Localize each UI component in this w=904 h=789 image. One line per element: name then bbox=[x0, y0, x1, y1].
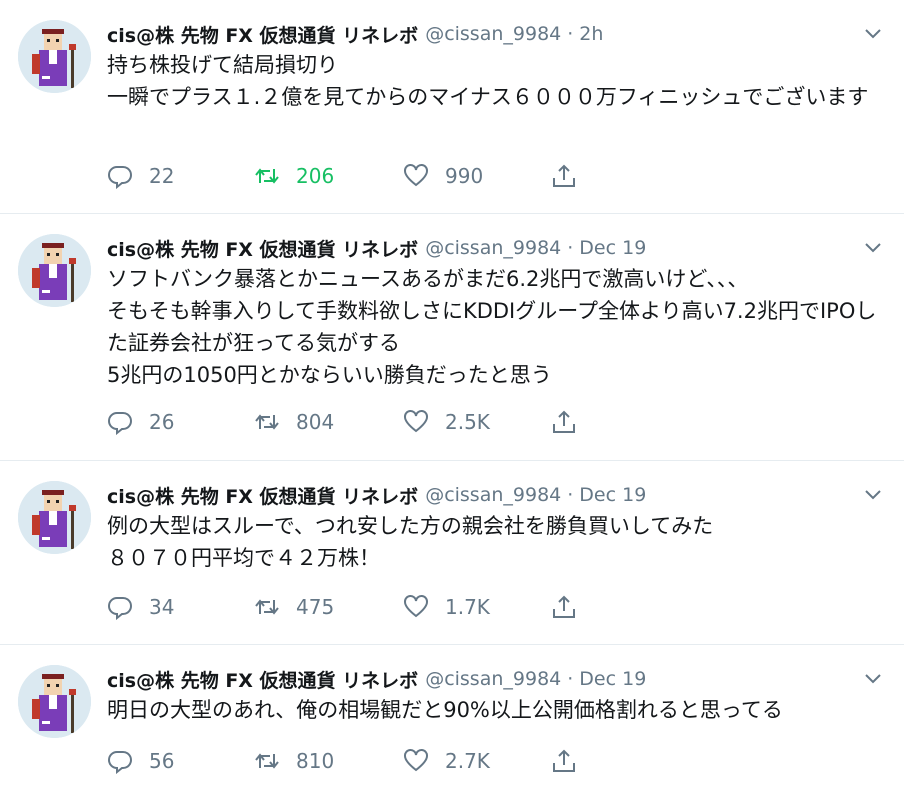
tweet-header: cis@株 先物 FX 仮想通貨 リネレボ @cissan_9984 · Dec… bbox=[107, 664, 884, 694]
timestamp[interactable]: 2h bbox=[579, 23, 603, 45]
user-handle[interactable]: @cissan_9984 bbox=[425, 23, 561, 45]
tweet-content: cis@株 先物 FX 仮想通貨 リネレボ @cissan_9984 · 2h … bbox=[107, 19, 884, 113]
tweet-content: cis@株 先物 FX 仮想通貨 リネレボ @cissan_9984 · Dec… bbox=[107, 664, 884, 726]
reply-icon bbox=[108, 597, 132, 620]
retweet-button[interactable]: 475 bbox=[254, 594, 334, 620]
timestamp[interactable]: Dec 19 bbox=[579, 237, 646, 259]
retweet-count: 475 bbox=[296, 595, 335, 619]
tweet-text: 明日の大型のあれ、俺の相場観だと90%以上公開価格割れると思ってる bbox=[107, 698, 783, 722]
chevron-down-icon[interactable] bbox=[862, 486, 884, 504]
tweet[interactable]: cis@株 先物 FX 仮想通貨 リネレボ @cissan_9984 · Dec… bbox=[0, 461, 904, 645]
display-name[interactable]: cis@株 先物 FX 仮想通貨 リネレボ bbox=[107, 482, 418, 509]
tweet-header: cis@株 先物 FX 仮想通貨 リネレボ @cissan_9984 · 2h bbox=[107, 19, 884, 49]
user-handle[interactable]: @cissan_9984 bbox=[425, 484, 561, 506]
like-button[interactable]: 990 bbox=[403, 163, 483, 189]
reply-count: 56 bbox=[149, 749, 175, 773]
share-icon bbox=[553, 164, 575, 187]
reply-icon bbox=[108, 166, 132, 189]
user-handle[interactable]: @cissan_9984 bbox=[425, 668, 561, 690]
reply-icon bbox=[108, 751, 132, 774]
like-count: 2.7K bbox=[445, 749, 490, 773]
share-button[interactable] bbox=[551, 594, 593, 620]
separator-dot: · bbox=[567, 23, 574, 45]
chevron-down-icon[interactable] bbox=[862, 670, 884, 688]
reply-count: 34 bbox=[149, 595, 175, 619]
share-icon bbox=[553, 749, 575, 772]
tweet[interactable]: cis@株 先物 FX 仮想通貨 リネレボ @cissan_9984 · Dec… bbox=[0, 645, 904, 789]
tweet-text: ソフトバンク暴落とかニュースあるがまだ6.2兆円で激高いけど、、、 そもそも幹事… bbox=[107, 267, 877, 387]
tweet[interactable]: cis@株 先物 FX 仮想通貨 リネレボ @cissan_9984 · Dec… bbox=[0, 214, 904, 461]
chevron-down-icon[interactable] bbox=[862, 239, 884, 257]
like-icon bbox=[404, 749, 428, 772]
retweet-count: 206 bbox=[296, 164, 335, 188]
reply-button[interactable]: 22 bbox=[107, 163, 174, 189]
retweet-button[interactable]: 810 bbox=[254, 748, 334, 774]
retweet-button[interactable]: 804 bbox=[254, 409, 334, 435]
avatar[interactable] bbox=[18, 234, 91, 307]
timeline: cis@株 先物 FX 仮想通貨 リネレボ @cissan_9984 · 2h … bbox=[0, 0, 904, 789]
reply-button[interactable]: 56 bbox=[107, 748, 174, 774]
tweet-header: cis@株 先物 FX 仮想通貨 リネレボ @cissan_9984 · Dec… bbox=[107, 233, 884, 263]
tweet-content: cis@株 先物 FX 仮想通貨 リネレボ @cissan_9984 · Dec… bbox=[107, 233, 884, 391]
like-button[interactable]: 1.7K bbox=[403, 594, 490, 620]
share-button[interactable] bbox=[551, 409, 593, 435]
separator-dot: · bbox=[567, 237, 574, 259]
display-name[interactable]: cis@株 先物 FX 仮想通貨 リネレボ bbox=[107, 666, 418, 693]
timestamp[interactable]: Dec 19 bbox=[579, 668, 646, 690]
reply-button[interactable]: 34 bbox=[107, 594, 174, 620]
retweet-button[interactable]: 206 bbox=[254, 163, 334, 189]
share-button[interactable] bbox=[551, 748, 593, 774]
reply-count: 22 bbox=[149, 164, 175, 188]
chevron-down-icon[interactable] bbox=[862, 25, 884, 43]
like-icon bbox=[404, 164, 428, 187]
tweet-text: 持ち株投げて結局損切り 一瞬でプラス１.２億を見てからのマイナス６０００万フィニ… bbox=[107, 53, 869, 109]
like-button[interactable]: 2.5K bbox=[403, 409, 490, 435]
retweet-count: 810 bbox=[296, 749, 335, 773]
like-count: 2.5K bbox=[445, 410, 490, 434]
share-icon bbox=[553, 410, 575, 433]
like-icon bbox=[404, 410, 428, 433]
share-icon bbox=[553, 595, 575, 618]
display-name[interactable]: cis@株 先物 FX 仮想通貨 リネレボ bbox=[107, 21, 418, 48]
retweet-count: 804 bbox=[296, 410, 335, 434]
avatar[interactable] bbox=[18, 20, 91, 93]
retweet-icon bbox=[255, 599, 279, 615]
display-name[interactable]: cis@株 先物 FX 仮想通貨 リネレボ bbox=[107, 235, 418, 262]
separator-dot: · bbox=[567, 668, 574, 690]
reply-button[interactable]: 26 bbox=[107, 409, 174, 435]
retweet-icon bbox=[255, 168, 279, 184]
avatar[interactable] bbox=[18, 481, 91, 554]
reply-count: 26 bbox=[149, 410, 175, 434]
reply-icon bbox=[108, 412, 132, 435]
tweet-text: 例の大型はスルーで、つれ安した方の親会社を勝負買いしてみた ８０７０円平均で４２… bbox=[107, 514, 714, 570]
avatar[interactable] bbox=[18, 665, 91, 738]
timestamp[interactable]: Dec 19 bbox=[579, 484, 646, 506]
like-button[interactable]: 2.7K bbox=[403, 748, 490, 774]
like-count: 1.7K bbox=[445, 595, 490, 619]
share-button[interactable] bbox=[551, 163, 593, 189]
tweet-content: cis@株 先物 FX 仮想通貨 リネレボ @cissan_9984 · Dec… bbox=[107, 480, 884, 574]
user-handle[interactable]: @cissan_9984 bbox=[425, 237, 561, 259]
retweet-icon bbox=[255, 753, 279, 769]
like-icon bbox=[404, 595, 428, 618]
tweet-header: cis@株 先物 FX 仮想通貨 リネレボ @cissan_9984 · Dec… bbox=[107, 480, 884, 510]
like-count: 990 bbox=[445, 164, 484, 188]
separator-dot: · bbox=[567, 484, 574, 506]
tweet[interactable]: cis@株 先物 FX 仮想通貨 リネレボ @cissan_9984 · 2h … bbox=[0, 0, 904, 214]
retweet-icon bbox=[255, 414, 279, 430]
